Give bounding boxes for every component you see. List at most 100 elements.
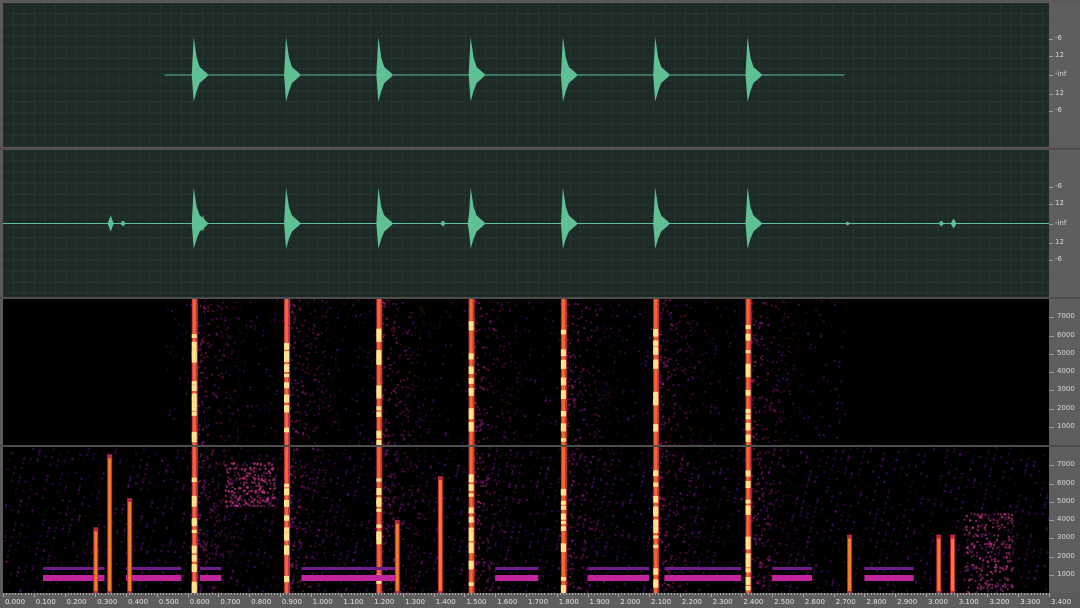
click-tail-dot [340,429,343,432]
click-tail-dot [751,398,754,401]
noise-dot [671,395,674,398]
noise-dot [19,473,22,476]
noise-dot [877,476,880,479]
noise-dot [259,540,262,543]
noise-dot [207,585,210,588]
noise-dot [136,475,139,478]
spectrogram-track-left[interactable] [3,299,1049,445]
noise-dot [446,513,449,516]
noise-dot [810,526,813,529]
noise-dot [182,575,185,578]
click-tail-dot [594,309,597,312]
click-tail-dot [339,374,342,377]
noise-dot [573,471,576,474]
noise-dot [414,499,417,502]
click-tail-dot [758,410,761,413]
click-tail-dot [773,409,776,412]
waveform-track-right[interactable] [3,150,1049,297]
noise-dot [665,523,668,526]
noise-dot [816,500,819,503]
click-tail-dot [659,377,662,380]
click-tail-dot [666,365,669,368]
noise-dot [344,563,347,566]
click-tail-dot [254,335,256,337]
noise-dot [403,519,406,522]
noise-dot [496,334,499,337]
click-tail-dot [501,365,504,368]
click-tail-dot [238,414,241,417]
scale-tick [1049,75,1053,76]
noise-dot [145,585,148,588]
noise-dot [3,539,6,542]
noise-dot [276,299,279,302]
noise-dot [777,490,780,493]
noise-dot [281,538,284,541]
noise-dot [252,425,255,428]
waveform-track-left[interactable] [3,3,1049,147]
noise-dot [536,541,539,544]
click-hotspot [468,408,474,416]
click-tail-dot [529,355,531,357]
click-tail-dot [420,305,423,308]
noise-dot [979,456,982,459]
noise-dot [783,336,786,339]
click-tail-dot [402,379,405,382]
noise-dot [674,373,677,376]
click-tail-dot [201,428,204,431]
noise-dot [356,393,359,396]
noise-dot [148,570,151,573]
noise-dot [165,345,168,348]
noise-dot [231,511,234,514]
noise-dot [736,457,739,460]
noise-dot [213,416,216,419]
click-tail-dot [417,418,420,421]
noise-dot [124,553,127,556]
noise-dot [492,384,495,387]
noise-dot [714,348,717,351]
noise-dot [968,529,971,532]
noise-dot [304,554,307,557]
noise-dot [757,516,760,519]
noise-dot [704,561,707,564]
noise-dot [511,500,514,503]
noise-dot [117,528,120,531]
click-tail-dot [392,334,395,337]
noise-dot [706,468,709,471]
noise-dot [417,376,420,379]
noise-dot [644,582,647,585]
noise-dot [807,332,810,335]
click-tail-dot [232,307,235,310]
noise-dot [823,557,826,560]
click-tail-dot [690,348,693,351]
noise-dot [981,507,984,510]
noise-dot [809,530,812,533]
spectrogram-track-right[interactable] [3,447,1049,593]
noise-dot [120,511,123,514]
noise-dot [86,450,89,453]
click-tail-dot [408,329,411,332]
click-tail-dot [326,431,329,434]
noise-dot [825,519,828,522]
noise-dot [104,581,107,584]
noise-dot [692,433,695,436]
click-tail-dot [662,302,665,305]
noise-dot [310,471,313,474]
click-tail-dot [302,432,305,435]
noise-dot [268,408,271,411]
click-tail-dot [618,329,621,332]
click-tail-dot [694,310,697,313]
noise-dot [984,464,987,467]
noise-dot [44,455,47,458]
noise-dot [514,361,517,364]
click-tail-dot [423,420,426,423]
noise-dot [598,430,601,433]
noise-dot [855,567,858,570]
noise-dot [18,504,21,507]
noise-dot [963,553,966,556]
noise-dot [37,541,40,544]
noise-dot [965,485,968,488]
noise-dot [899,587,902,590]
click-tail-dot [588,433,591,436]
click-tail-dot [795,348,798,351]
noise-dot [740,323,743,326]
